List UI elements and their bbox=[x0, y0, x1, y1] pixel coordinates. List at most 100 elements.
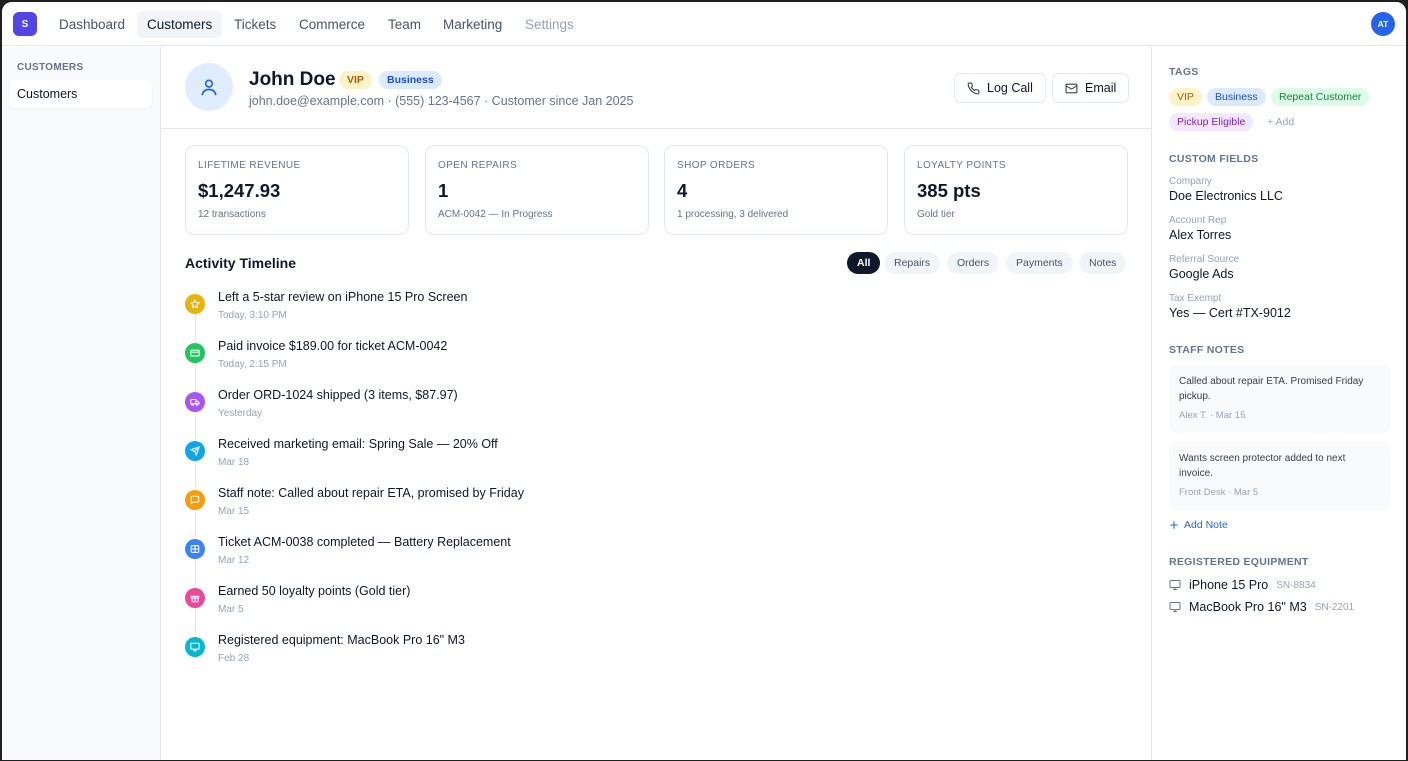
field-value-tax-exempt: Yes — Cert #TX-9012 bbox=[1169, 306, 1291, 320]
profile-header: John Doe VIP Business john.doe@example.c… bbox=[161, 47, 1151, 129]
vip-badge: VIP bbox=[339, 71, 372, 89]
monitor-icon bbox=[185, 637, 205, 657]
staff-note: Called about repair ETA. Promised Friday… bbox=[1169, 365, 1391, 433]
timeline-text: Registered equipment: MacBook Pro 16" M3 bbox=[218, 633, 465, 647]
timeline-item[interactable]: Received marketing email: Spring Sale — … bbox=[185, 437, 1085, 477]
add-note-label: Add Note bbox=[1184, 519, 1228, 531]
filter-repairs[interactable]: Repairs bbox=[884, 252, 941, 274]
stat-lifetime-revenue: LIFETIME REVENUE $1,247.93 12 transactio… bbox=[185, 145, 409, 235]
app-window: S Dashboard Customers Tickets Commerce T… bbox=[2, 2, 1406, 760]
phone-icon bbox=[967, 82, 980, 94]
log-call-button[interactable]: Log Call bbox=[954, 73, 1046, 103]
nav-marketing[interactable]: Marketing bbox=[433, 11, 512, 38]
timeline-time: Mar 12 bbox=[218, 555, 250, 566]
equipment-name: MacBook Pro 16" M3 bbox=[1189, 600, 1307, 614]
stat-shop-orders: SHOP ORDERS 4 1 processing, 3 delivered bbox=[664, 145, 888, 235]
credit-card-icon bbox=[185, 343, 205, 363]
timeline-item[interactable]: Ticket ACM-0038 completed — Battery Repl… bbox=[185, 535, 1085, 575]
business-badge: Business bbox=[379, 71, 442, 89]
add-tag-button[interactable]: + Add bbox=[1259, 113, 1302, 131]
timeline-text: Received marketing email: Spring Sale — … bbox=[218, 437, 498, 451]
plus-icon bbox=[1170, 521, 1178, 529]
tag-business[interactable]: Business bbox=[1207, 88, 1266, 106]
stat-value: $1,247.93 bbox=[198, 180, 281, 201]
truck-icon bbox=[185, 392, 205, 412]
field-value-referral-source: Google Ads bbox=[1169, 267, 1234, 281]
timeline-item[interactable]: Staff note: Called about repair ETA, pro… bbox=[185, 486, 1085, 526]
nav-customers[interactable]: Customers bbox=[137, 11, 223, 38]
gift-icon bbox=[185, 588, 205, 608]
staff-note: Wants screen protector added to next inv… bbox=[1169, 442, 1391, 510]
tags-title: TAGS bbox=[1169, 66, 1199, 78]
equipment-item[interactable]: MacBook Pro 16" M3 SN-2201 bbox=[1169, 599, 1354, 615]
filter-notes[interactable]: Notes bbox=[1079, 252, 1127, 274]
email-button[interactable]: Email bbox=[1052, 73, 1130, 103]
nav-settings[interactable]: Settings bbox=[515, 11, 584, 38]
timeline-time: Mar 15 bbox=[218, 506, 250, 517]
stat-sub: ACM-0042 — In Progress bbox=[438, 209, 553, 220]
stat-label: SHOP ORDERS bbox=[677, 160, 756, 171]
stat-sub: 12 transactions bbox=[198, 209, 266, 220]
star-icon bbox=[185, 294, 205, 314]
customer-contact-info: john.doe@example.com · (555) 123-4567 · … bbox=[249, 94, 634, 108]
timeline-item[interactable]: Registered equipment: MacBook Pro 16" M3… bbox=[185, 633, 1085, 673]
field-label-tax-exempt: Tax Exempt bbox=[1169, 293, 1222, 304]
stat-label: OPEN REPAIRS bbox=[438, 160, 518, 171]
timeline-time: Yesterday bbox=[218, 408, 263, 419]
stat-sub: Gold tier bbox=[917, 209, 955, 220]
tag-vip[interactable]: VIP bbox=[1169, 88, 1202, 106]
ticket-icon bbox=[185, 539, 205, 559]
stat-label: LIFETIME REVENUE bbox=[198, 160, 301, 171]
timeline-title: Activity Timeline bbox=[185, 255, 297, 271]
nav-commerce[interactable]: Commerce bbox=[289, 11, 375, 38]
user-avatar[interactable]: AT bbox=[1371, 12, 1395, 36]
app-logo[interactable]: S bbox=[13, 12, 37, 36]
note-text: Wants screen protector added to next inv… bbox=[1179, 453, 1346, 479]
equipment-name: iPhone 15 Pro bbox=[1189, 578, 1269, 592]
customer-name: John Doe bbox=[249, 69, 336, 90]
stat-value: 385 pts bbox=[917, 180, 981, 201]
filter-all[interactable]: All bbox=[847, 252, 881, 274]
timeline-text: Left a 5-star review on iPhone 15 Pro Sc… bbox=[218, 290, 468, 304]
stat-sub: 1 processing, 3 delivered bbox=[677, 209, 789, 220]
field-value-account-rep: Alex Torres bbox=[1169, 228, 1232, 242]
main-content: John Doe VIP Business john.doe@example.c… bbox=[161, 47, 1151, 760]
sidebar: CUSTOMERS Customers bbox=[2, 47, 161, 760]
sidebar-item-customers[interactable]: Customers bbox=[9, 80, 152, 108]
field-label-account-rep: Account Rep bbox=[1169, 215, 1227, 226]
equipment-item[interactable]: iPhone 15 Pro SN-8834 bbox=[1169, 577, 1316, 593]
nav-tickets[interactable]: Tickets bbox=[224, 11, 286, 38]
add-note-button[interactable]: Add Note bbox=[1169, 519, 1228, 531]
timeline-text: Paid invoice $189.00 for ticket ACM-0042 bbox=[218, 339, 448, 353]
device-icon bbox=[1169, 580, 1181, 590]
field-value-company: Doe Electronics LLC bbox=[1169, 189, 1283, 203]
mail-icon bbox=[1065, 83, 1078, 93]
stat-label: LOYALTY POINTS bbox=[917, 160, 1006, 171]
timeline-time: Today, 2:15 PM bbox=[218, 359, 287, 370]
timeline-time: Mar 18 bbox=[218, 457, 250, 468]
tag-pickup-eligible[interactable]: Pickup Eligible bbox=[1169, 113, 1254, 131]
field-label-company: Company bbox=[1169, 176, 1212, 187]
staff-notes-title: STAFF NOTES bbox=[1169, 344, 1245, 356]
timeline-text: Earned 50 loyalty points (Gold tier) bbox=[218, 584, 411, 598]
note-text: Called about repair ETA. Promised Friday… bbox=[1179, 376, 1364, 402]
filter-payments[interactable]: Payments bbox=[1006, 252, 1073, 274]
stat-value: 4 bbox=[677, 180, 688, 201]
details-panel: TAGS VIP Business Repeat Customer Pickup… bbox=[1151, 47, 1406, 760]
timeline-item[interactable]: Order ORD-1024 shipped (3 items, $87.97)… bbox=[185, 388, 1085, 428]
tag-repeat-customer[interactable]: Repeat Customer bbox=[1271, 88, 1370, 106]
timeline-time: Feb 28 bbox=[218, 653, 250, 664]
user-icon bbox=[201, 79, 217, 96]
filter-orders[interactable]: Orders bbox=[947, 252, 1000, 274]
stat-loyalty-points: LOYALTY POINTS 385 pts Gold tier bbox=[904, 145, 1128, 235]
nav-team[interactable]: Team bbox=[378, 11, 431, 38]
timeline-item[interactable]: Paid invoice $189.00 for ticket ACM-0042… bbox=[185, 339, 1085, 379]
timeline-item[interactable]: Earned 50 loyalty points (Gold tier) Mar… bbox=[185, 584, 1085, 624]
timeline-time: Mar 5 bbox=[218, 604, 244, 615]
timeline-item[interactable]: Left a 5-star review on iPhone 15 Pro Sc… bbox=[185, 290, 1085, 330]
timeline-text: Staff note: Called about repair ETA, pro… bbox=[218, 486, 524, 500]
log-call-label: Log Call bbox=[987, 81, 1033, 95]
nav-dashboard[interactable]: Dashboard bbox=[49, 11, 135, 38]
note-meta: Alex T. · Mar 15 bbox=[1179, 410, 1246, 421]
email-label: Email bbox=[1085, 81, 1117, 95]
